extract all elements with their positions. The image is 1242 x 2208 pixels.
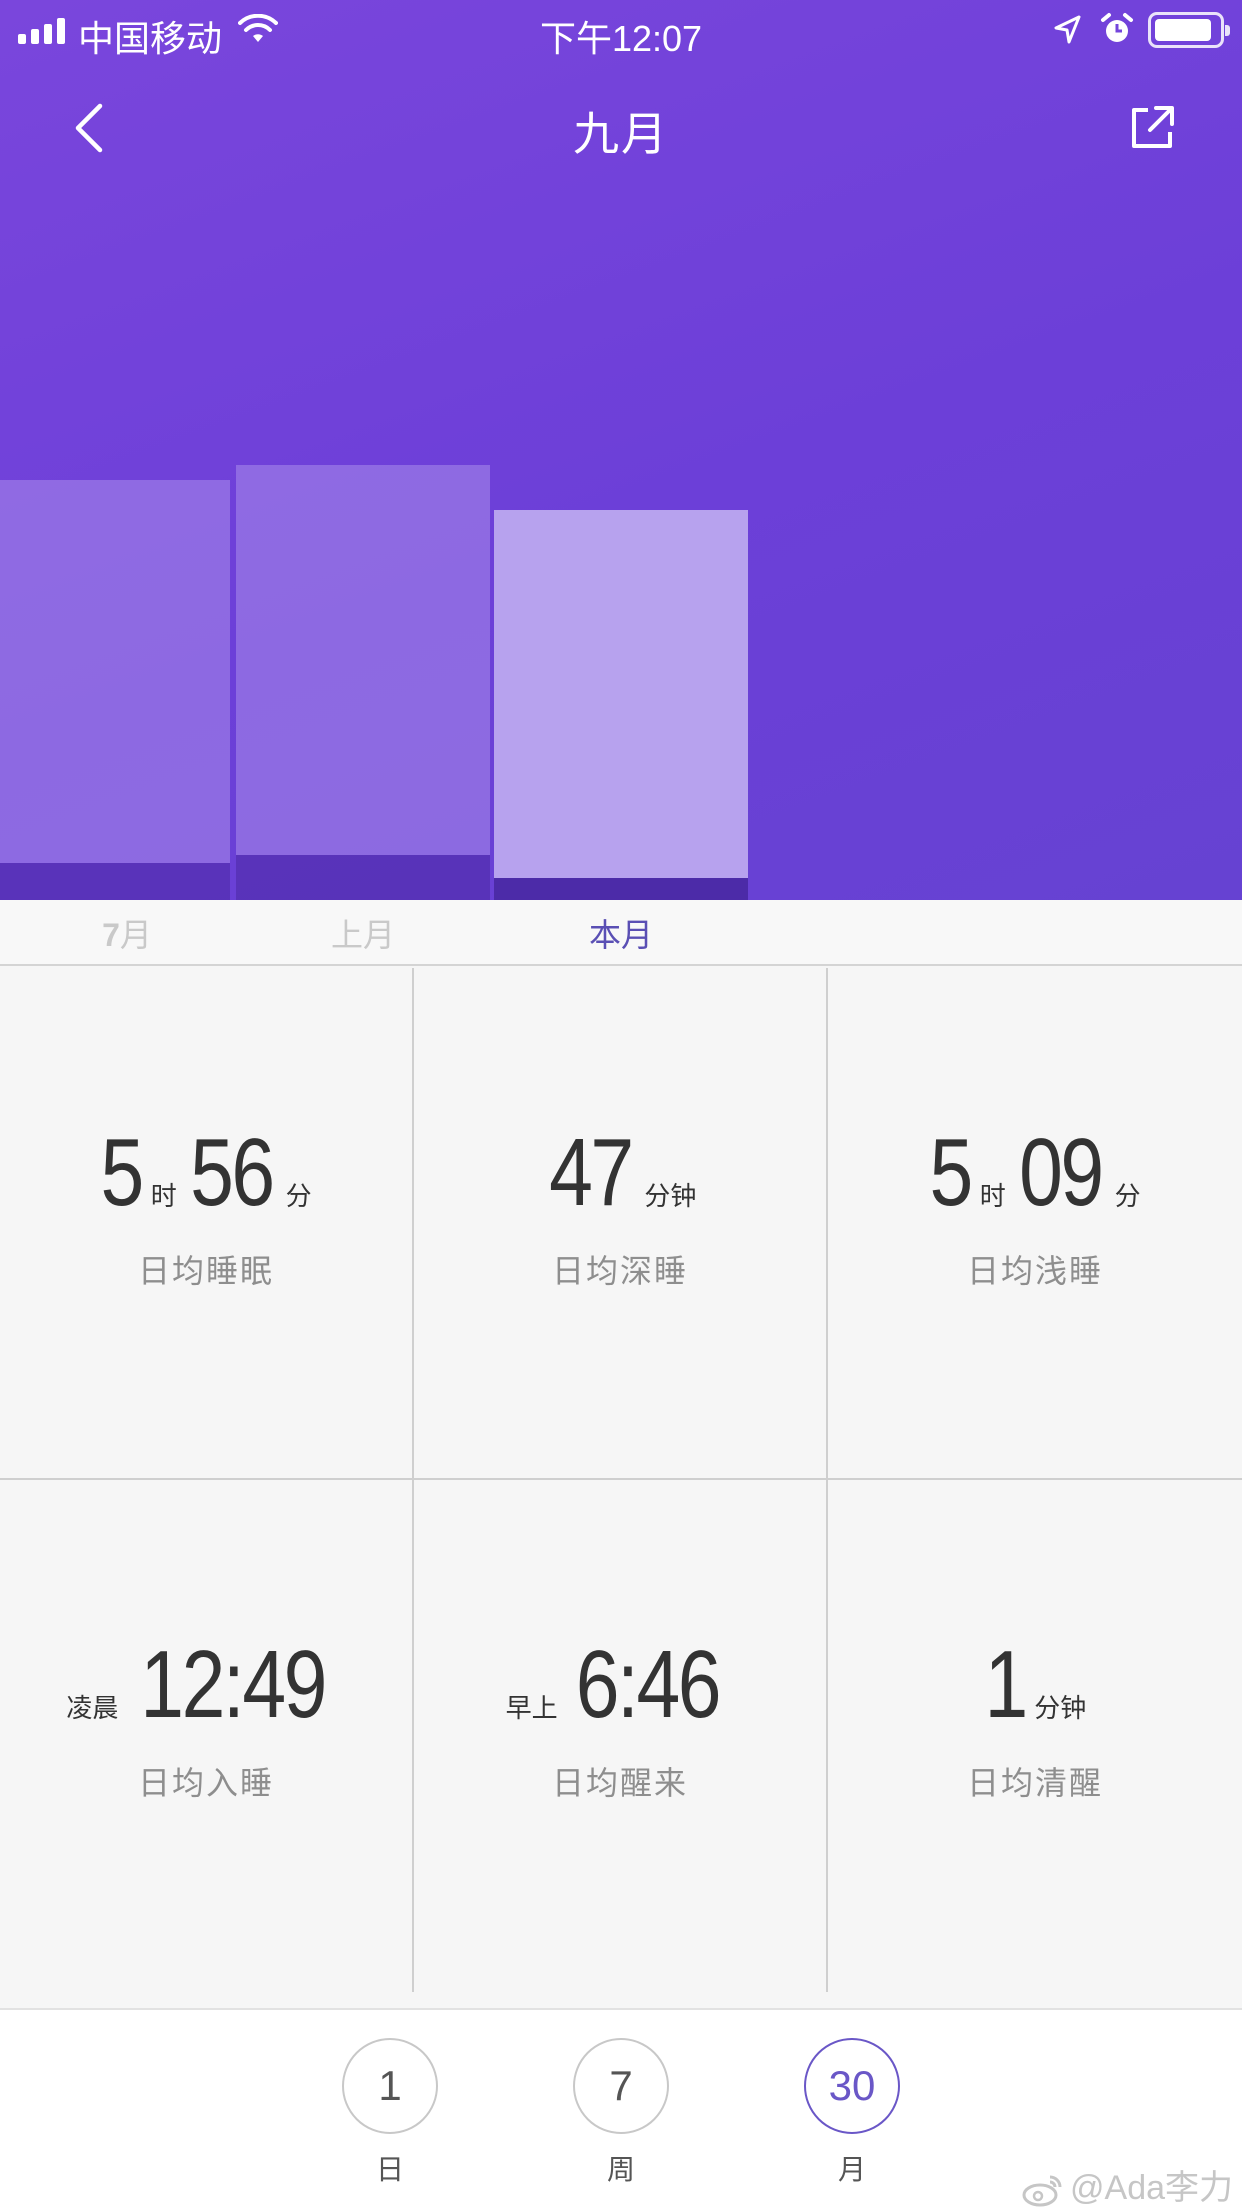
stat-avg-sleep: 5 时 56 分 日均睡眠 bbox=[0, 968, 414, 1480]
stat-label: 日均深睡 bbox=[551, 1253, 688, 1289]
sleep-bar-1[interactable] bbox=[0, 480, 230, 900]
period-tab-number: 7 bbox=[102, 917, 120, 953]
watermark-text: @Ada李力 bbox=[1070, 2169, 1234, 2207]
hero-header: 中国移动 下午12:07 九月 bbox=[0, 0, 1242, 900]
stat-value: 5 时 09 分 bbox=[828, 1118, 1242, 1228]
stat-avg-awake: 1 分钟 日均清醒 bbox=[828, 1480, 1242, 1992]
page-title: 九月 bbox=[573, 108, 669, 160]
stat-hours: 5 bbox=[100, 1119, 145, 1226]
stat-time: 12:49 bbox=[140, 1631, 328, 1738]
period-tabs: 7月 上月 本月 bbox=[0, 900, 1242, 966]
period-tab-this-month[interactable]: 本月 bbox=[494, 910, 748, 956]
stat-unit: 分钟 bbox=[644, 1181, 697, 1211]
stat-label: 日均浅睡 bbox=[966, 1253, 1103, 1289]
location-arrow-icon bbox=[1054, 15, 1081, 44]
stat-unit: 分钟 bbox=[1034, 1693, 1087, 1723]
stat-prefix: 早上 bbox=[505, 1693, 558, 1723]
period-tab-last-month[interactable]: 上月 bbox=[236, 910, 490, 956]
period-tab-label: 月 bbox=[119, 917, 152, 953]
range-label: 月 bbox=[837, 2154, 866, 2185]
status-bar: 中国移动 下午12:07 bbox=[0, 0, 1242, 62]
range-day-button[interactable]: 1 日 bbox=[340, 2038, 440, 2188]
period-tab-label: 本月 bbox=[588, 917, 653, 953]
deep-sleep-segment bbox=[0, 862, 230, 900]
stat-minutes: 09 bbox=[1018, 1119, 1104, 1226]
stat-time: 6:46 bbox=[575, 1631, 721, 1738]
light-sleep-segment bbox=[494, 510, 748, 878]
stat-value: 47 分钟 bbox=[414, 1118, 826, 1228]
alarm-clock-icon bbox=[1101, 13, 1133, 42]
range-circle: 7 bbox=[573, 2038, 669, 2134]
range-label: 周 bbox=[606, 2154, 635, 2185]
range-week-button[interactable]: 7 周 bbox=[571, 2038, 671, 2188]
stat-prefix: 凌晨 bbox=[66, 1693, 119, 1723]
stat-avg-light-sleep: 5 时 09 分 日均浅睡 bbox=[828, 968, 1242, 1480]
stat-hours: 5 bbox=[929, 1119, 974, 1226]
sleep-stats-grid: 5 时 56 分 日均睡眠 47 分钟 日均深睡 5 时 09 分 日均浅睡 凌晨 12:49 … bbox=[0, 968, 1242, 1992]
stat-unit: 分 bbox=[285, 1181, 312, 1211]
stat-unit: 时 bbox=[150, 1181, 177, 1211]
range-month-button[interactable]: 30 月 bbox=[802, 2038, 902, 2188]
stat-minutes: 1 bbox=[984, 1631, 1028, 1738]
sleep-bar-3[interactable] bbox=[494, 510, 748, 900]
stat-label: 日均醒来 bbox=[551, 1765, 688, 1801]
watermark: @Ada李力 bbox=[1022, 2160, 1233, 2208]
period-tab-july[interactable]: 7月 bbox=[0, 910, 254, 956]
stat-value: 凌晨 12:49 bbox=[0, 1630, 412, 1740]
stat-value: 早上 6:46 bbox=[414, 1630, 826, 1740]
stat-unit: 分 bbox=[1114, 1181, 1141, 1211]
share-icon[interactable] bbox=[1128, 100, 1176, 152]
stat-value: 1 分钟 bbox=[828, 1630, 1242, 1740]
weibo-logo-icon bbox=[1022, 2175, 1062, 2207]
stat-avg-wake-time: 早上 6:46 日均醒来 bbox=[414, 1480, 828, 1992]
stat-avg-deep-sleep: 47 分钟 日均深睡 bbox=[414, 968, 828, 1480]
stat-label: 日均睡眠 bbox=[137, 1253, 274, 1289]
period-tab-label: 上月 bbox=[330, 917, 395, 953]
stat-minutes: 56 bbox=[189, 1119, 275, 1226]
battery-icon bbox=[1148, 12, 1230, 48]
light-sleep-segment bbox=[0, 480, 230, 863]
stat-minutes: 47 bbox=[548, 1119, 634, 1226]
stat-label: 日均入睡 bbox=[137, 1765, 274, 1801]
light-sleep-segment bbox=[236, 465, 490, 855]
stat-unit: 时 bbox=[979, 1181, 1006, 1211]
sleep-bar-2[interactable] bbox=[236, 465, 490, 900]
stat-avg-bedtime: 凌晨 12:49 日均入睡 bbox=[0, 1480, 414, 1992]
range-circle: 30 bbox=[804, 2038, 900, 2134]
stat-label: 日均清醒 bbox=[966, 1765, 1103, 1801]
deep-sleep-segment bbox=[494, 877, 748, 900]
deep-sleep-segment bbox=[236, 855, 490, 900]
range-label: 日 bbox=[375, 2154, 404, 2185]
stat-value: 5 时 56 分 bbox=[0, 1118, 412, 1228]
range-circle: 1 bbox=[342, 2038, 438, 2134]
